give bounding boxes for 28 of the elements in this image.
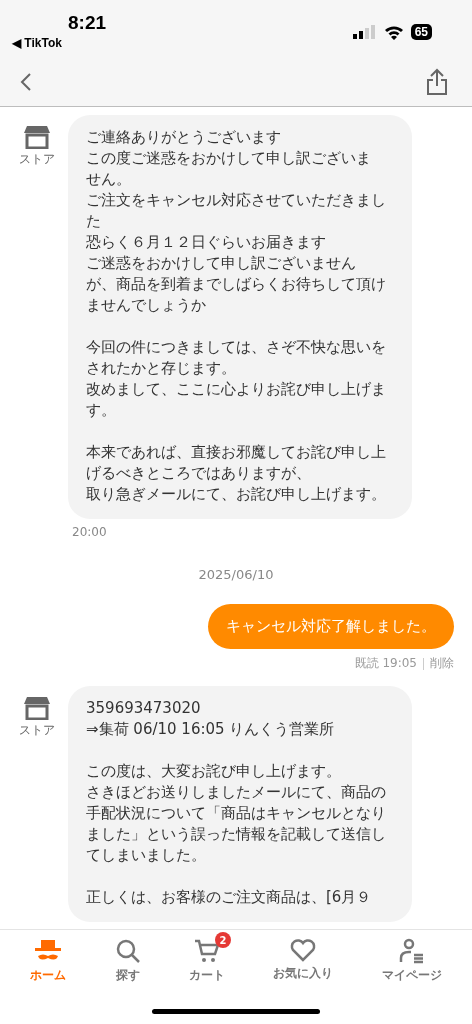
- store-icon: [24, 696, 50, 720]
- share-icon[interactable]: [426, 68, 448, 96]
- sender-label: ストア: [19, 722, 55, 739]
- back-to-app-link[interactable]: ◀ TikTok: [12, 36, 62, 50]
- delete-link[interactable]: 削除: [430, 655, 454, 672]
- tab-bar-item[interactable]: カート 2: [184, 932, 229, 984]
- heart-icon: [290, 938, 317, 962]
- person-list-icon: [398, 938, 425, 964]
- status-time: 8:21: [68, 12, 107, 34]
- tab-bar-item[interactable]: お気に入り: [269, 932, 338, 984]
- tab-bar-item[interactable]: ホーム: [26, 932, 71, 984]
- message-bubble: 359693473020 ⇒集荷 06/10 16:05 りんくう営業所 この度は、大変お詫び申し上げます。 さきほどお送りしましたメールにて、商品の 手配状況について「商品はキャンセルとなり ました」という誤った情報を記載して送信し てしまいました。 正しくは、お客様のご注文商品は、[6月９: [68, 686, 412, 922]
- signal-icon: [352, 25, 377, 39]
- tab-bar-item[interactable]: マイページ: [377, 932, 446, 984]
- date-divider: 2025/06/10: [198, 567, 274, 582]
- message-bubble: ご連絡ありがとうございます この度ご迷惑をおかけして申し訳ございま せん。 ご注文をキャンセル対応させていただきまし た 恐らく６月１２日ぐらいお届きます ご迷惑をおかけして申し訳ございません が、商品を到着までしばらくお待ちして頂け ませんでしょうか 今回の件につきましては、さぞ不快な思いを されたかと存じます。 改めまして、ここに心よりお詫び申し上げま す。 本来であれば、直接お邪魔してお詫び申し上 げるべきところではありますが、 取り急ぎメールにて、お詫び申し上げます。: [68, 115, 412, 519]
- message-time: 20:00: [72, 525, 107, 539]
- wifi-icon: [383, 24, 404, 40]
- tab-bar-item[interactable]: 探す: [110, 932, 145, 984]
- sent-message-bubble: キャンセル対応了解しました。: [208, 604, 454, 649]
- battery-level: 65: [410, 24, 432, 40]
- back-icon[interactable]: [20, 72, 32, 92]
- read-receipt: 既読 19:05: [354, 655, 417, 672]
- search-icon: [114, 938, 141, 964]
- store-icon: [24, 125, 50, 149]
- cart-count-badge: 2: [214, 932, 231, 948]
- sender-label: ストア: [19, 151, 55, 168]
- cart-icon: [193, 938, 220, 964]
